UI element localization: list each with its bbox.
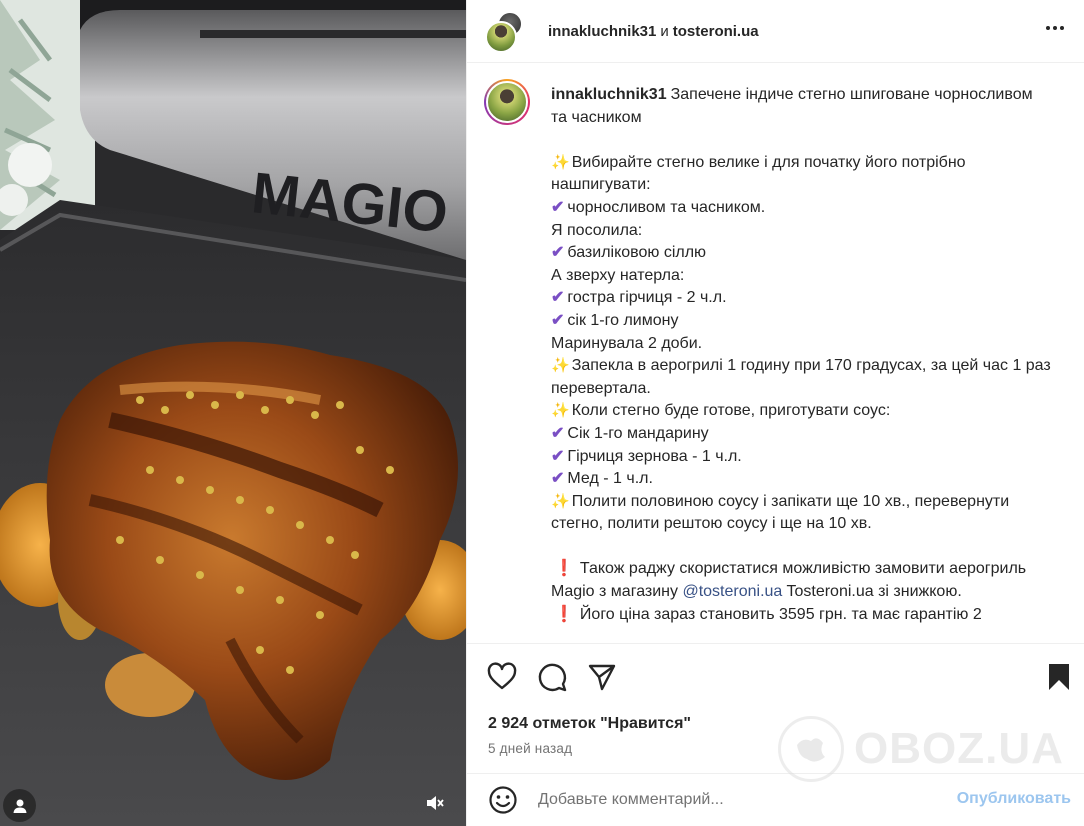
collab-avatars[interactable] (485, 9, 529, 53)
speaker-muted-icon (427, 796, 444, 810)
caption-avatar[interactable] (484, 79, 530, 125)
caption-line-text: Гірчиця зернова - 1 ч.л. (567, 447, 742, 465)
more-dots-icon (1046, 26, 1050, 30)
mention-link[interactable]: @tosteroni.ua (682, 583, 782, 600)
caption-text: innakluchnik31 Запечене індиче стегно шпи… (551, 84, 1051, 626)
check-icon: ✔ (551, 311, 565, 329)
bookmark-icon[interactable] (1043, 661, 1075, 693)
sparkles-icon: ✨ (551, 357, 570, 375)
food-photo: MAGIO (0, 0, 466, 826)
check-icon: ✔ (551, 244, 565, 262)
user-icon (13, 799, 26, 813)
caption-line: Маринувала 2 доби. (551, 333, 1051, 356)
avatar[interactable] (485, 21, 517, 53)
price-text: Його ціна зараз становить 3595 грн. та м… (579, 605, 982, 623)
exclamation-icon: ❗ (554, 560, 574, 578)
comment-input[interactable] (538, 791, 928, 809)
check-icon: ✔ (551, 198, 565, 216)
caption-scroll-area[interactable]: innakluchnik31 Запечене індиче стегно шпи… (467, 63, 1084, 643)
more-dot (1053, 26, 1057, 30)
post-authors: innakluchnik31 и tosteroni.ua (548, 23, 759, 40)
more-options-button[interactable] (1041, 14, 1069, 42)
caption-line: ✨ Запекла в аерогрилі 1 годину при 170 гр… (551, 355, 1051, 400)
caption-line: ✨ Вибирайте стегно велике і для початку й… (551, 152, 1051, 197)
smiley-icon[interactable] (487, 784, 519, 816)
caption-line: ✔ чорносливом та часником. (551, 197, 1051, 220)
collaborator-username[interactable]: tosteroni.ua (673, 23, 759, 40)
mute-button[interactable] (420, 788, 450, 818)
caption-line: ✔ базиліковою сіллю (551, 242, 1051, 265)
sparkles-icon: ✨ (551, 492, 570, 510)
caption-line: ✨ Коли стегно буде готове, приготувати со… (551, 400, 1051, 423)
add-comment-bar: Опубликовать (467, 773, 1084, 826)
post-details-panel: innakluchnik31 и tosteroni.ua innakluchnik… (466, 0, 1084, 826)
more-dot (1060, 26, 1064, 30)
caption-intro: innakluchnik31 Запечене індиче стегно шпи… (551, 84, 1051, 129)
caption-line: Я посолила: (551, 220, 1051, 243)
caption-line-text: гостра гірчиця - 2 ч.л. (567, 289, 727, 307)
check-icon: ✔ (551, 289, 565, 307)
caption-line: ✔ Гірчиця зернова - 1 ч.л. (551, 446, 1051, 469)
caption-line-text: Коли стегно буде готове, приготувати соу… (571, 402, 891, 420)
sparkles-icon: ✨ (551, 153, 570, 171)
caption-line-text: Мед - 1 ч.л. (567, 470, 653, 488)
caption-line-text: сік 1-го лимону (567, 311, 679, 329)
comment-icon[interactable] (536, 661, 568, 693)
caption-promo: ❗ Також раджу скористатися можливістю зам… (551, 558, 1051, 603)
caption-username[interactable]: innakluchnik31 (551, 86, 667, 103)
sparkles-icon: ✨ (551, 402, 570, 420)
paper-plane-icon[interactable] (586, 661, 618, 693)
caption-price: ❗ Його ціна зараз становить 3595 грн. та … (551, 604, 1051, 627)
caption-line-text: Маринувала 2 доби. (551, 334, 703, 352)
tagged-users-button[interactable] (3, 789, 36, 822)
caption-line: ✔ Мед - 1 ч.л. (551, 468, 1051, 491)
post-actions: 2 924 отметок "Нравится" 5 дней назад (467, 643, 1084, 773)
caption-line-text: Запекла в аерогрилі 1 годину при 170 гра… (551, 357, 1056, 397)
check-icon: ✔ (551, 470, 565, 488)
caption-line: ✔ гостра гірчиця - 2 ч.л. (551, 287, 1051, 310)
exclamation-icon: ❗ (554, 605, 574, 623)
caption-line-text: Полити половиною соусу і запікати ще 10 … (551, 492, 1014, 533)
author-username[interactable]: innakluchnik31 (548, 23, 656, 40)
caption-line: ✨ Полити половиною соусу і запікати ще 10… (551, 491, 1051, 536)
likes-count[interactable]: 2 924 отметок "Нравится" (488, 715, 691, 733)
post-timestamp[interactable]: 5 дней назад (488, 741, 572, 756)
caption-line-text: Вибирайте стегно велике і для початку йо… (551, 153, 971, 194)
caption-line-text: чорносливом та часником. (567, 198, 766, 216)
publish-button[interactable]: Опубликовать (957, 790, 1071, 808)
caption-line-text: базиліковою сіллю (567, 244, 707, 262)
caption-line: А зверху натерла: (551, 265, 1051, 288)
caption-recipe-lines: ✨ Вибирайте стегно велике і для початку й… (551, 152, 1051, 536)
check-icon: ✔ (551, 424, 565, 442)
avatar (486, 81, 528, 123)
post-media[interactable]: MAGIO (0, 0, 466, 826)
caption-line: ✔ Сік 1-го мандарину (551, 423, 1051, 446)
check-icon: ✔ (551, 447, 565, 465)
heart-icon[interactable] (486, 661, 518, 693)
caption-line-text: Я посолила: (551, 221, 643, 239)
authors-conjunction: и (660, 22, 669, 40)
post-header: innakluchnik31 и tosteroni.ua (467, 0, 1084, 63)
caption-line: ✔ сік 1-го лимону (551, 310, 1051, 333)
caption-line-text: Сік 1-го мандарину (567, 424, 709, 442)
promo-text-end: Tosteroni.ua зі знижкою. (786, 583, 962, 601)
caption-line-text: А зверху натерла: (551, 266, 685, 284)
